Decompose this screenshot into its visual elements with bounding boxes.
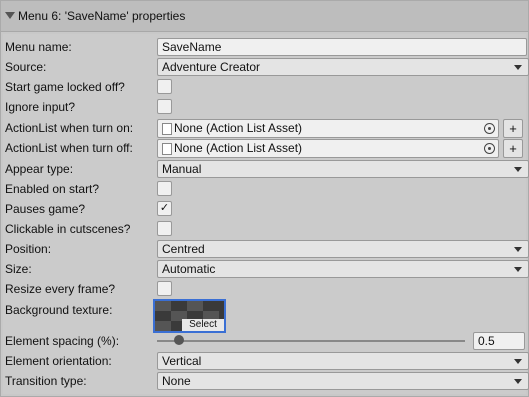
element-orientation-label: Element orientation: xyxy=(5,354,112,368)
enabled-on-start-checkbox[interactable] xyxy=(157,181,172,196)
actionlist-on-value: None (Action List Asset) xyxy=(174,121,303,135)
size-value: Automatic xyxy=(162,262,216,276)
resize-every-frame-label: Resize every frame? xyxy=(5,282,116,296)
source-dropdown[interactable]: Adventure Creator xyxy=(157,58,529,76)
triangle-down-icon[interactable] xyxy=(5,12,15,19)
texture-checker-cell xyxy=(155,321,171,331)
actionlist-on-label: ActionList when turn on: xyxy=(5,121,134,135)
size-dropdown[interactable]: Automatic xyxy=(157,260,529,278)
panel-title: Menu 6: 'SaveName' properties xyxy=(18,9,186,23)
document-icon xyxy=(162,123,172,135)
ignore-input-label: Ignore input? xyxy=(5,100,76,114)
resize-every-frame-checkbox[interactable] xyxy=(157,281,172,296)
ignore-input-checkbox[interactable] xyxy=(157,99,172,114)
position-dropdown[interactable]: Centred xyxy=(157,240,529,258)
texture-select-button[interactable]: Select xyxy=(182,319,224,331)
appear-type-value: Manual xyxy=(162,162,202,176)
background-texture-slot[interactable]: Select xyxy=(153,299,226,333)
chevron-down-icon xyxy=(514,65,522,70)
actionlist-off-value: None (Action List Asset) xyxy=(174,141,303,155)
element-spacing-slider-thumb[interactable] xyxy=(174,335,184,345)
row-start-game-locked: Start game locked off? xyxy=(3,77,526,97)
element-spacing-value-field[interactable]: 0.5 xyxy=(473,332,525,350)
row-pauses-game: Pauses game? ✓ xyxy=(3,199,526,219)
chevron-down-icon xyxy=(514,247,522,252)
row-size: Size: Automatic xyxy=(3,259,529,279)
background-texture-label: Background texture: xyxy=(5,303,113,317)
target-icon[interactable] xyxy=(484,123,495,134)
position-value: Centred xyxy=(162,242,205,256)
source-label: Source: xyxy=(5,60,47,74)
clickable-cutscenes-checkbox[interactable] xyxy=(157,221,172,236)
element-orientation-value: Vertical xyxy=(162,354,202,368)
row-element-orientation: Element orientation: Vertical xyxy=(3,351,529,371)
menu-name-field[interactable]: SaveName xyxy=(157,38,527,56)
chevron-down-icon xyxy=(514,267,522,272)
target-icon[interactable] xyxy=(484,143,495,154)
appear-type-label: Appear type: xyxy=(5,162,74,176)
element-spacing-label: Element spacing (%): xyxy=(5,334,120,348)
start-game-locked-checkbox[interactable] xyxy=(157,79,172,94)
clickable-cutscenes-label: Clickable in cutscenes? xyxy=(5,222,131,236)
element-orientation-dropdown[interactable]: Vertical xyxy=(157,352,529,370)
actionlist-on-field[interactable]: None (Action List Asset) xyxy=(157,119,499,138)
element-spacing-slider-track[interactable] xyxy=(157,340,465,342)
transition-type-value: None xyxy=(162,374,191,388)
pauses-game-checkbox[interactable]: ✓ xyxy=(157,201,172,216)
size-label: Size: xyxy=(5,262,32,276)
row-background-texture: Background texture: xyxy=(3,300,526,320)
row-resize-every-frame: Resize every frame? xyxy=(3,279,526,299)
position-label: Position: xyxy=(5,242,52,256)
properties-content: Menu name: SaveName Source: Adventure Cr… xyxy=(3,34,529,394)
row-actionlist-off: ActionList when turn off: None (Action L… xyxy=(3,138,526,158)
menu-name-label: Menu name: xyxy=(5,40,72,54)
row-menu-name: Menu name: SaveName xyxy=(3,37,527,57)
source-value: Adventure Creator xyxy=(162,60,261,74)
chevron-down-icon xyxy=(514,379,522,384)
panel-header[interactable]: Menu 6: 'SaveName' properties xyxy=(1,1,528,32)
actionlist-off-add-button[interactable]: + xyxy=(503,139,523,158)
chevron-down-icon xyxy=(514,167,522,172)
appear-type-dropdown[interactable]: Manual xyxy=(157,160,529,178)
start-game-locked-label: Start game locked off? xyxy=(5,80,125,94)
row-source: Source: Adventure Creator xyxy=(3,57,529,77)
pauses-game-label: Pauses game? xyxy=(5,202,86,216)
row-clickable-cutscenes: Clickable in cutscenes? xyxy=(3,219,526,239)
actionlist-off-field[interactable]: None (Action List Asset) xyxy=(157,139,499,158)
row-appear-type: Appear type: Manual xyxy=(3,159,529,179)
enabled-on-start-label: Enabled on start? xyxy=(5,182,100,196)
row-ignore-input: Ignore input? xyxy=(3,97,526,117)
transition-type-dropdown[interactable]: None xyxy=(157,372,529,390)
row-actionlist-on: ActionList when turn on: None (Action Li… xyxy=(3,118,526,138)
row-enabled-on-start: Enabled on start? xyxy=(3,179,526,199)
row-element-spacing: Element spacing (%): 0.5 xyxy=(3,331,526,351)
actionlist-off-label: ActionList when turn off: xyxy=(5,141,133,155)
texture-checker-cell xyxy=(155,301,171,311)
row-position: Position: Centred xyxy=(3,239,529,259)
texture-checker-cell xyxy=(187,301,203,311)
menu-properties-panel: Menu 6: 'SaveName' properties Menu name:… xyxy=(0,0,529,397)
transition-type-label: Transition type: xyxy=(5,374,87,388)
row-transition-type: Transition type: None xyxy=(3,371,529,391)
document-icon xyxy=(162,143,172,155)
actionlist-on-add-button[interactable]: + xyxy=(503,119,523,138)
chevron-down-icon xyxy=(514,359,522,364)
